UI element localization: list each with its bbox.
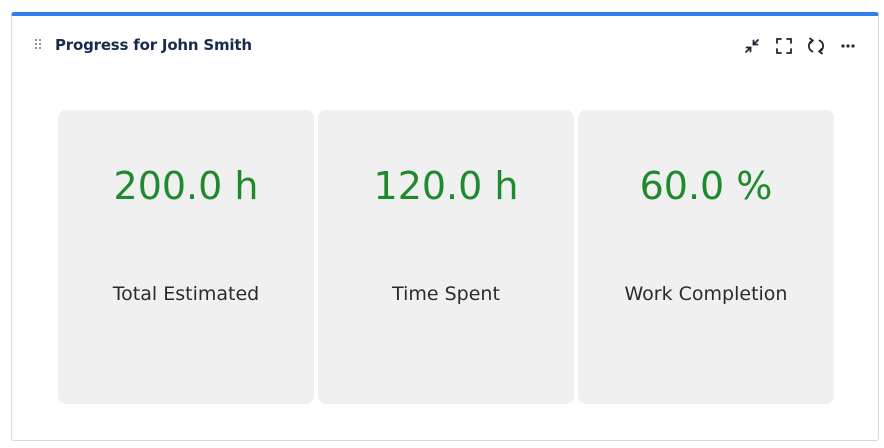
fullscreen-icon	[776, 38, 792, 54]
metric-label: Time Spent	[392, 283, 500, 305]
progress-gadget: Progress for John Smith 200.0 h Total Es…	[11, 12, 879, 441]
metric-card-time-spent: 120.0 h Time Spent	[318, 110, 574, 404]
gadget-actions	[742, 36, 858, 56]
drag-handle-icon[interactable]	[35, 39, 43, 51]
metric-card-total-estimated: 200.0 h Total Estimated	[58, 110, 314, 404]
minimize-button[interactable]	[742, 36, 762, 56]
more-options-button[interactable]	[838, 36, 858, 56]
metric-cards: 200.0 h Total Estimated 120.0 h Time Spe…	[58, 110, 834, 404]
metric-value: 200.0 h	[113, 164, 259, 208]
metric-label: Work Completion	[624, 283, 788, 305]
metric-label: Total Estimated	[112, 283, 260, 305]
refresh-icon	[808, 37, 824, 55]
minimize-icon	[745, 39, 759, 53]
gadget-title: Progress for John Smith	[55, 36, 252, 54]
fullscreen-button[interactable]	[774, 36, 794, 56]
metric-card-work-completion: 60.0 % Work Completion	[578, 110, 834, 404]
refresh-button[interactable]	[806, 36, 826, 56]
gadget-header: Progress for John Smith	[12, 16, 878, 76]
metric-value: 60.0 %	[639, 164, 773, 208]
metric-value: 120.0 h	[373, 164, 519, 208]
more-options-icon	[841, 44, 855, 48]
